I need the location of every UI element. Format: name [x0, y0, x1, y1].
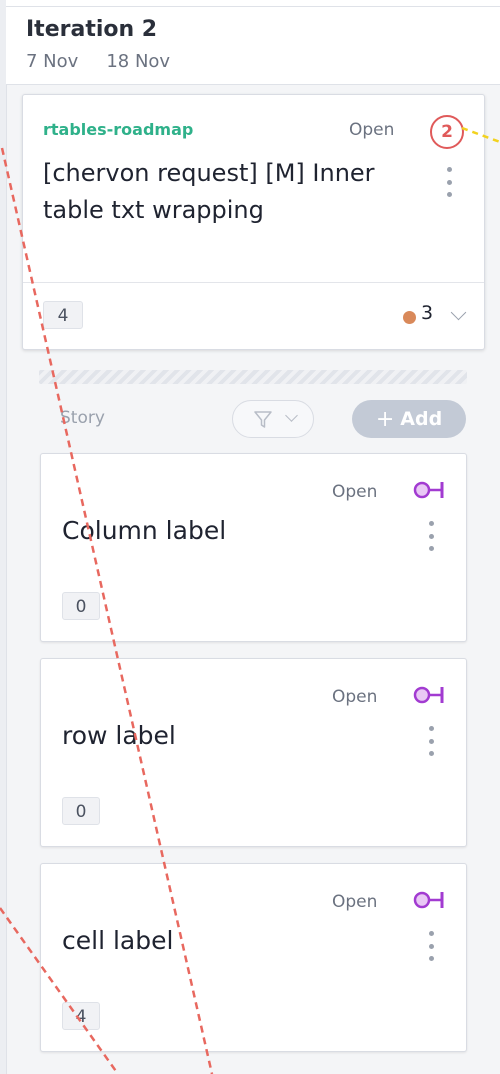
- story-title[interactable]: Column label: [62, 516, 226, 545]
- feature-status: Open: [349, 120, 395, 140]
- plus-icon: +: [375, 406, 395, 432]
- iteration-header: Iteration 2 7 Nov 18 Nov: [6, 7, 500, 85]
- feature-points: 3: [421, 302, 434, 324]
- feature-project-name[interactable]: rtables-roadmap: [43, 120, 193, 139]
- story-filter-button[interactable]: [232, 400, 314, 438]
- story-type-icon: [413, 891, 444, 909]
- story-title[interactable]: cell label: [62, 926, 173, 955]
- story-title[interactable]: row label: [62, 721, 176, 750]
- add-story-button[interactable]: + Add: [352, 400, 466, 438]
- drop-zone-separator: [39, 370, 467, 384]
- filter-chevron-down-icon: [285, 409, 298, 422]
- board-left-edge: [0, 0, 7, 1074]
- filter-icon: [254, 411, 272, 428]
- story-type-icon: [413, 686, 444, 704]
- chevron-down-icon[interactable]: [450, 304, 467, 321]
- feature-card-divider: [23, 282, 484, 283]
- story-status: Open: [332, 892, 378, 912]
- iteration-title: Iteration 2: [26, 17, 158, 42]
- iteration-start-date: 7 Nov: [26, 51, 79, 72]
- add-story-label: Add: [400, 408, 443, 430]
- story-type-icon: [413, 481, 444, 499]
- story-count: 4: [62, 1002, 100, 1030]
- iteration-dates: 7 Nov 18 Nov: [26, 51, 198, 72]
- story-card[interactable]: Open row label 0: [40, 658, 467, 847]
- iteration-end-date: 18 Nov: [106, 51, 171, 72]
- story-status: Open: [332, 482, 378, 502]
- feature-title[interactable]: [chervon request] [M] Inner table txt wr…: [43, 155, 413, 229]
- story-more-options-icon[interactable]: [428, 521, 434, 551]
- story-card[interactable]: Open cell label 4: [40, 863, 467, 1052]
- story-more-options-icon[interactable]: [428, 726, 434, 756]
- feature-child-count: 4: [43, 301, 83, 329]
- feature-card[interactable]: rtables-roadmap Open 2 [chervon request]…: [22, 94, 485, 350]
- points-dot-icon: [403, 311, 416, 324]
- story-card[interactable]: Open Column label 0: [40, 453, 467, 642]
- story-count: 0: [62, 797, 100, 825]
- board-top-edge: [6, 0, 500, 7]
- stories-section-label: Story: [60, 408, 105, 428]
- story-count: 0: [62, 592, 100, 620]
- story-more-options-icon[interactable]: [428, 931, 434, 961]
- feature-more-options-icon[interactable]: [446, 167, 452, 197]
- story-status: Open: [332, 687, 378, 707]
- dependency-count-badge[interactable]: 2: [430, 115, 464, 149]
